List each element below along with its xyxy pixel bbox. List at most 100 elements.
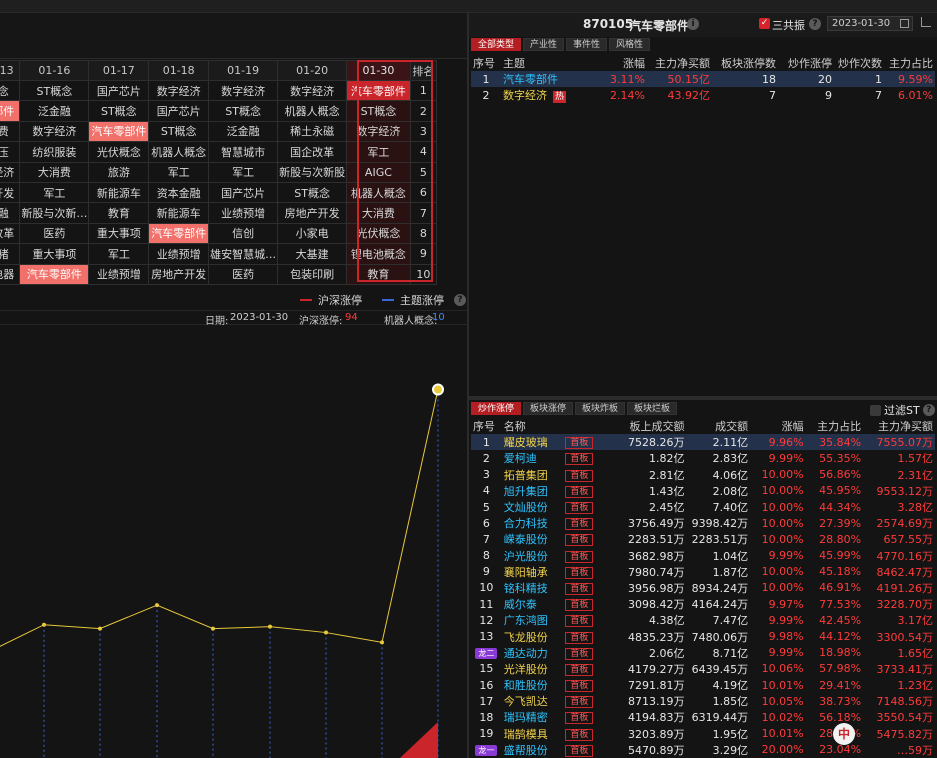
stock-row[interactable]: 6 合力科技 首板 3756.49万 9398.42万 10.00% 27.39% 2574.… — [471, 515, 935, 531]
date-picker[interactable]: 2023-01-30 — [827, 16, 913, 31]
vertical-splitter[interactable] — [467, 13, 469, 758]
tab-style[interactable]: 风格性 — [609, 38, 651, 51]
stock-name[interactable]: 合力科技 — [502, 515, 564, 531]
stock-row[interactable]: 18 瑞玛精密 首板 4194.83万 6319.44万 10.02% 56.18% 3550… — [471, 709, 935, 725]
theme-cell[interactable]: 新股与次新股 — [277, 161, 348, 183]
theme-cell[interactable]: 数字经济 — [208, 79, 279, 102]
theme-cell[interactable]: 教育 — [88, 202, 150, 224]
stock-row[interactable]: 16 和胜股份 首板 7291.81万 4.19亿 10.01% 29.41% 1.23亿 — [471, 677, 935, 693]
stock-row[interactable]: 15 光洋股份 首板 4179.27万 6439.45万 10.06% 57.98% 3733… — [471, 661, 935, 677]
stock-row[interactable]: 9 襄阳轴承 首板 7980.74万 1.87亿 10.00% 45.18% 8462.47万 — [471, 564, 935, 580]
horizontal-splitter[interactable] — [469, 396, 937, 400]
stock-row[interactable]: 4 旭升集团 首板 1.43亿 2.08亿 10.00% 45.95% 9553.12万 — [471, 483, 935, 499]
theme-cell[interactable]: 军工 — [88, 243, 150, 265]
theme-cell[interactable]: 纺织服装 — [19, 141, 90, 163]
theme-cell[interactable]: 军工 — [208, 161, 279, 183]
info-icon[interactable]: i — [687, 18, 699, 30]
stock-name[interactable]: 拓普集团 — [502, 467, 564, 483]
stock-row[interactable]: 12 广东鸿图 首板 4.38亿 7.47亿 9.99% 42.45% 3.17亿 — [471, 612, 935, 628]
stock-name[interactable]: 广东鸿图 — [502, 612, 564, 628]
theme-cell[interactable]: 养猪 — [0, 243, 21, 265]
theme-cell[interactable]: 医药 — [208, 263, 279, 285]
theme-cell[interactable]: 字经济 — [0, 161, 21, 183]
popout-icon[interactable] — [921, 17, 931, 27]
stock-row[interactable]: 19瑞鹄模具首板3203.89万1.95亿10.01%28.13%5475.82… — [471, 726, 935, 742]
tab-sector-broken[interactable]: 板块炸板 — [575, 402, 626, 415]
theme-name[interactable]: 汽车零部件 — [503, 73, 558, 86]
theme-cell[interactable]: 汽车零部件 — [88, 120, 150, 143]
stock-name[interactable]: 光洋股份 — [502, 661, 564, 677]
stock-row[interactable]: 3 拓普集团 首板 2.81亿 4.06亿 10.00% 56.86% 2.31亿 — [471, 467, 935, 483]
stock-name[interactable]: 通达动力 — [502, 645, 564, 661]
date-header[interactable]: 01-13 — [0, 60, 21, 81]
theme-cell[interactable]: ST概念 — [277, 181, 348, 204]
theme-cell[interactable]: 医药 — [19, 222, 90, 245]
theme-name[interactable]: 数字经济 — [503, 89, 547, 102]
theme-cell[interactable]: 用电器 — [0, 263, 21, 285]
date-header[interactable]: 01-20 — [277, 60, 348, 81]
theme-cell[interactable]: 旅游 — [88, 161, 150, 183]
stock-row[interactable]: 13 飞龙股份 首板 4835.23万 7480.06万 9.98% 44.12% 3300.… — [471, 628, 935, 644]
theme-cell[interactable]: 智慧城市 — [208, 141, 279, 163]
theme-cell[interactable]: 雄安智慧城… — [208, 243, 279, 265]
theme-cell[interactable]: ST概念 — [208, 100, 279, 122]
stock-name[interactable]: 襄阳轴承 — [502, 564, 564, 580]
tab-event[interactable]: 事件性 — [566, 38, 608, 51]
data-point[interactable] — [432, 383, 444, 396]
theme-cell[interactable]: ST概念 — [148, 120, 210, 143]
stock-name[interactable]: 今飞凯达 — [502, 693, 564, 709]
stock-name[interactable]: 耀皮玻璃 — [502, 434, 564, 450]
theme-cell[interactable]: 光伏概念 — [88, 141, 150, 163]
theme-cell[interactable]: 数字经济 — [277, 79, 348, 102]
help-icon[interactable]: ? — [922, 404, 935, 416]
theme-cell[interactable]: 重大事项 — [19, 243, 90, 265]
theme-cell[interactable]: 概念 — [0, 79, 21, 102]
date-header[interactable]: 01-19 — [208, 60, 279, 81]
theme-cell[interactable]: 重大事项 — [88, 222, 150, 245]
theme-cell[interactable]: 稀土永磁 — [277, 120, 348, 143]
theme-cell[interactable]: 高压 — [0, 141, 21, 163]
theme-cell[interactable]: 零部件 — [0, 100, 21, 122]
theme-cell[interactable]: 泛金融 — [208, 120, 279, 143]
date-header[interactable]: 01-18 — [148, 60, 210, 81]
stock-name[interactable]: 沪光股份 — [502, 548, 564, 564]
stock-name[interactable]: 威尔泰 — [502, 596, 564, 612]
tab-sector-limit[interactable]: 板块涨停 — [523, 402, 574, 415]
ime-indicator[interactable]: 中 — [833, 723, 855, 745]
theme-cell[interactable]: 军工 — [148, 161, 210, 183]
stock-row[interactable]: 10 铭科精技 首板 3956.98万 8934.24万 10.00% 46.91% 4191… — [471, 580, 935, 596]
stock-row[interactable]: 5 文灿股份 首板 2.45亿 7.40亿 10.00% 44.34% 3.28亿 — [471, 499, 935, 515]
theme-cell[interactable]: 机器人概念 — [148, 141, 210, 163]
theme-cell[interactable]: 业绩预增 — [208, 202, 279, 224]
theme-cell[interactable]: 包装印刷 — [277, 263, 348, 285]
theme-cell[interactable]: 资本金融 — [148, 181, 210, 204]
stock-row[interactable]: 2 爱柯迪 首板 1.82亿 2.83亿 9.99% 55.35% 1.57亿 — [471, 450, 935, 466]
theme-cell[interactable]: 国产芯片 — [88, 79, 150, 102]
stock-row[interactable]: 7 嵘泰股份 首板 2283.51万 2283.51万 10.00% 28.80% 657.5… — [471, 531, 935, 547]
stock-name[interactable]: 嵘泰股份 — [502, 531, 564, 547]
stock-name[interactable]: 瑞玛精密 — [502, 709, 564, 725]
theme-cell[interactable]: 消费 — [0, 120, 21, 143]
tab-industry[interactable]: 产业性 — [523, 38, 565, 51]
filter-st-checkbox[interactable] — [870, 404, 881, 416]
help-icon[interactable]: ? — [809, 18, 821, 30]
resonance-checkbox[interactable]: ✓ — [759, 18, 770, 29]
date-header[interactable]: 01-17 — [88, 60, 150, 81]
theme-cell[interactable]: ST概念 — [88, 100, 150, 122]
theme-row[interactable]: 2 数字经济热 2.14% 43.92亿 7 9 7 6.01% — [471, 87, 935, 104]
theme-cell[interactable]: 产开发 — [0, 181, 21, 204]
theme-cell[interactable]: 数字经济 — [19, 120, 90, 143]
stock-row[interactable]: 1 耀皮玻璃 首板 7528.26万 2.11亿 9.96% 35.84% 7555.07万 — [471, 434, 935, 451]
stock-name[interactable]: 文灿股份 — [502, 499, 564, 515]
theme-cell[interactable]: 信创 — [208, 222, 279, 245]
stock-name[interactable]: 和胜股份 — [502, 677, 564, 693]
stock-row[interactable]: 8 沪光股份 首板 3682.98万 1.04亿 9.99% 45.99% 4770.16万 — [471, 548, 935, 564]
stock-row[interactable]: 龙一 盛帮股份 首板 5470.89万 3.29亿 20.00% 23.04% …59万 — [471, 742, 935, 758]
calendar-icon[interactable] — [900, 19, 909, 28]
theme-cell[interactable]: 房地产开发 — [148, 263, 210, 285]
theme-cell[interactable]: 军工 — [19, 181, 90, 204]
theme-cell[interactable]: 数字经济 — [148, 79, 210, 102]
date-header[interactable]: 01-16 — [19, 60, 90, 81]
tab-all-types[interactable]: 全部类型 — [471, 38, 522, 51]
theme-cell[interactable]: 新能源车 — [148, 202, 210, 224]
